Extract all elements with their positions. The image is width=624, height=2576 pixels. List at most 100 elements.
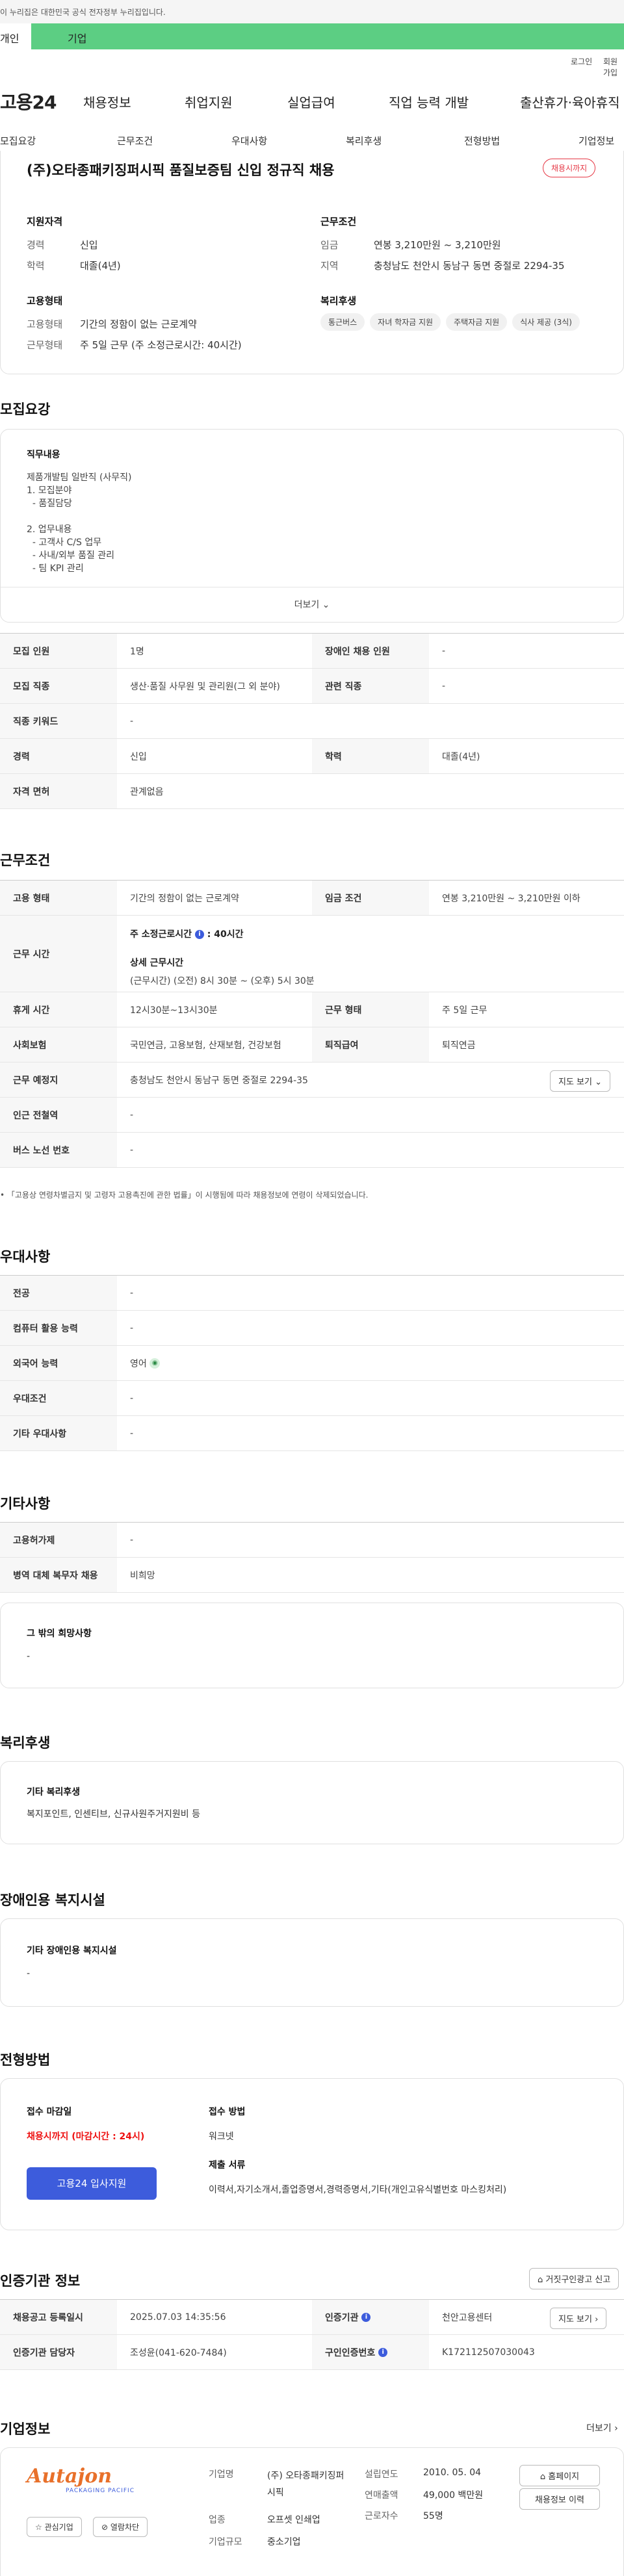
join-link[interactable]: 회원가입: [603, 56, 624, 78]
exp-label: 경력: [27, 239, 45, 251]
cert-heading: 인증기관 정보: [0, 2273, 81, 2289]
table-row: 인증기관 담당자 조성윤(041-620-7484) 구인인증번호 i K17211…: [0, 2335, 624, 2370]
anchor-company[interactable]: 기업정보: [578, 134, 614, 148]
star-icon: ☆: [35, 2523, 42, 2532]
nav-unemployment-benefit[interactable]: 실업급여: [287, 92, 335, 111]
qual-heading: 지원자격: [27, 216, 63, 227]
duty-heading: 직무내용: [27, 450, 60, 460]
area-value: 충청남도 천안시 동남구 동면 중절로 2294-35: [374, 260, 565, 272]
nav-jobs[interactable]: 채용정보: [83, 92, 131, 111]
table-row: 고용 형태 기간의 정함이 없는 근로계약 임금 조건 연봉 3,210만원 ~ 3…: [0, 881, 624, 916]
table-row: 외국어 능력 영어 ◉: [0, 1346, 624, 1381]
user-type-tabs: 개인 기업: [0, 23, 624, 49]
etc-heading: 기타사항: [0, 1496, 51, 1512]
homepage-button[interactable]: ⌂ 홈페이지: [519, 2465, 600, 2486]
table-row: 고용허가제 -: [0, 1523, 624, 1558]
company-heading: 기업정보: [0, 2421, 51, 2437]
nav-employment-support[interactable]: 취업지원: [185, 92, 233, 111]
home-icon: ⌂: [540, 2472, 546, 2482]
conditions-table: 고용 형태 기간의 정함이 없는 근로계약 임금 조건 연봉 3,210만원 ~ 3…: [0, 880, 624, 1168]
site-logo[interactable]: 고용24: [0, 88, 57, 114]
map-view-button[interactable]: 지도 보기 ⌄: [550, 1070, 611, 1092]
recruit-heading: 모집요강: [0, 402, 51, 417]
anchor-preference[interactable]: 우대사항: [231, 134, 267, 148]
benefit-chip: 주택자금 지원: [446, 313, 508, 331]
table-row: 휴게 시간 12시30분~13시30분 근무 형태 주 5일 근무: [0, 992, 624, 1027]
emp-heading: 고용형태: [27, 295, 63, 307]
chevron-right-icon: ›: [595, 2315, 599, 2325]
language-level-icon[interactable]: ◉: [150, 1358, 161, 1369]
anchor-process[interactable]: 전형방법: [464, 134, 500, 148]
info-icon[interactable]: i: [378, 2347, 388, 2357]
tab-personal[interactable]: 개인: [0, 23, 31, 49]
exp-value: 신입: [80, 239, 98, 251]
main-nav: 고용24 채용정보 취업지원 실업급여 직업 능력 개발 출산휴가·육아휴직: [0, 88, 624, 114]
block-icon: ⊘: [101, 2523, 109, 2532]
worktype-label: 근무형태: [27, 339, 63, 351]
job-history-button[interactable]: 채용정보 이력: [519, 2488, 600, 2510]
job-title: (주)오타종패키징퍼시픽 품질보증팀 신입 정규직 채용: [27, 162, 335, 178]
gov-banner: 이 누리집은 대한민국 공식 전자정부 누리집입니다.: [0, 0, 624, 23]
favorite-company-button[interactable]: ☆ 관심기업: [27, 2517, 82, 2537]
apply-button[interactable]: 고용24 입사지원: [27, 2167, 157, 2200]
benefit-chip: 자녀 학자금 지원: [370, 313, 441, 331]
process-card: 접수 마감일 채용시까지 (마감시간 : 24시) 고용24 입사지원 접수 방…: [0, 2078, 624, 2230]
anchor-conditions[interactable]: 근무조건: [117, 134, 153, 148]
table-row: 병역 대체 복무자 채용 비희망: [0, 1558, 624, 1593]
info-icon[interactable]: i: [361, 2312, 371, 2322]
info-icon[interactable]: i: [194, 930, 204, 939]
benefit-chip: 식사 제공 (3식): [512, 313, 580, 331]
table-row: 인근 전철역 -: [0, 1098, 624, 1133]
login-link[interactable]: 로그인: [571, 56, 592, 67]
company-more-link[interactable]: 더보기 ›: [586, 2421, 618, 2434]
worktype-value: 주 5일 근무 (주 소정근로시간: 40시간): [80, 339, 242, 351]
welfare-heading: 복리후생: [0, 1735, 51, 1751]
chevron-down-icon: ⌄: [595, 1077, 603, 1087]
disability-card: 기타 장애인용 복지시설 -: [0, 1918, 624, 2007]
other-wish-card: 그 밖의 희망사항 -: [0, 1603, 624, 1688]
etc-table: 고용허가제 - 병역 대체 복무자 채용 비희망: [0, 1522, 624, 1593]
edu-value: 대졸(4년): [80, 260, 121, 272]
company-logo: Autajon PACKAGING PACIFIC: [27, 2465, 135, 2494]
edu-label: 학력: [27, 260, 45, 272]
table-row: 자격 면허 관계없음: [0, 774, 624, 809]
preference-heading: 우대사항: [0, 1249, 51, 1265]
chevron-down-icon: ⌄: [322, 600, 330, 610]
wage-value: 연봉 3,210만원 ~ 3,210만원: [374, 239, 501, 251]
table-row: 모집 인원 1명 장애인 채용 인원 -: [0, 634, 624, 669]
table-row: 직종 키워드 -: [0, 704, 624, 739]
process-heading: 전형방법: [0, 2052, 51, 2068]
block-view-button[interactable]: ⊘ 열람차단: [93, 2517, 148, 2537]
table-row: 전공 -: [0, 1276, 624, 1311]
disability-heading: 장애인용 복지시설: [0, 1892, 105, 1908]
table-row: 컴퓨터 활용 능력 -: [0, 1311, 624, 1346]
anchor-welfare[interactable]: 복리후생: [346, 134, 382, 148]
table-row: 기타 우대사항 -: [0, 1416, 624, 1451]
anchor-recruit[interactable]: 모집요강: [0, 134, 36, 148]
summary-card: (주)오타종패키징퍼시픽 품질보증팀 신입 정규직 채용 채용시까지 지원자격 …: [0, 151, 624, 374]
area-label: 지역: [320, 260, 339, 272]
duty-card: 직무내용 제품개발팀 일반직 (사무직) 1. 모집분야 - 품질담당 2. 업…: [0, 429, 624, 623]
benefit-heading: 복리후생: [320, 295, 357, 307]
welfare-card: 기타 복리후생 복지포인트, 인센티브, 신규사원주거지원비 등: [0, 1761, 624, 1844]
home-icon: ⌂: [538, 2275, 543, 2285]
nav-maternity-leave[interactable]: 출산휴가·육아휴직: [520, 92, 620, 111]
company-card: Autajon PACKAGING PACIFIC ☆ 관심기업 ⊘ 열람차단 …: [0, 2447, 624, 2576]
table-row: 근무 시간 주 소정근로시간 i : 40시간 상세 근무시간 (근무시간) (…: [0, 916, 624, 992]
cert-map-button[interactable]: 지도 보기 ›: [550, 2308, 607, 2329]
conditions-heading: 근무조건: [0, 853, 51, 868]
age-notice: • 「고용상 연령차별금지 및 고령자 고용촉진에 관한 법률」이 시행됨에 따…: [0, 1191, 369, 1200]
recruit-table: 모집 인원 1명 장애인 채용 인원 - 모집 직종 생산·품질 사무원 및 관리원(…: [0, 633, 624, 809]
emptype-value: 기간의 정함이 없는 근로계약: [80, 318, 197, 330]
table-row: 채용공고 등록일시 2025.07.03 14:35:56 인증기관 i 천안고용센…: [0, 2300, 624, 2335]
tab-company[interactable]: 기업: [31, 23, 624, 49]
table-row: 근무 예정지 충청남도 천안시 동남구 동면 중절로 2294-35 지도 보기 …: [0, 1063, 624, 1098]
more-button[interactable]: 더보기 ⌄: [1, 587, 623, 622]
benefit-chip: 통근버스: [320, 313, 365, 331]
deadline-badge: 채용시까지: [543, 159, 596, 177]
nav-vocational-training[interactable]: 직업 능력 개발: [389, 92, 469, 111]
false-ad-report-button[interactable]: ⌂ 거짓구인광고 신고: [529, 2268, 619, 2289]
table-row: 버스 노선 번호 -: [0, 1133, 624, 1168]
deadline-value: 채용시까지 (마감시간 : 24시): [27, 2132, 145, 2142]
wage-label: 임금: [320, 239, 339, 251]
